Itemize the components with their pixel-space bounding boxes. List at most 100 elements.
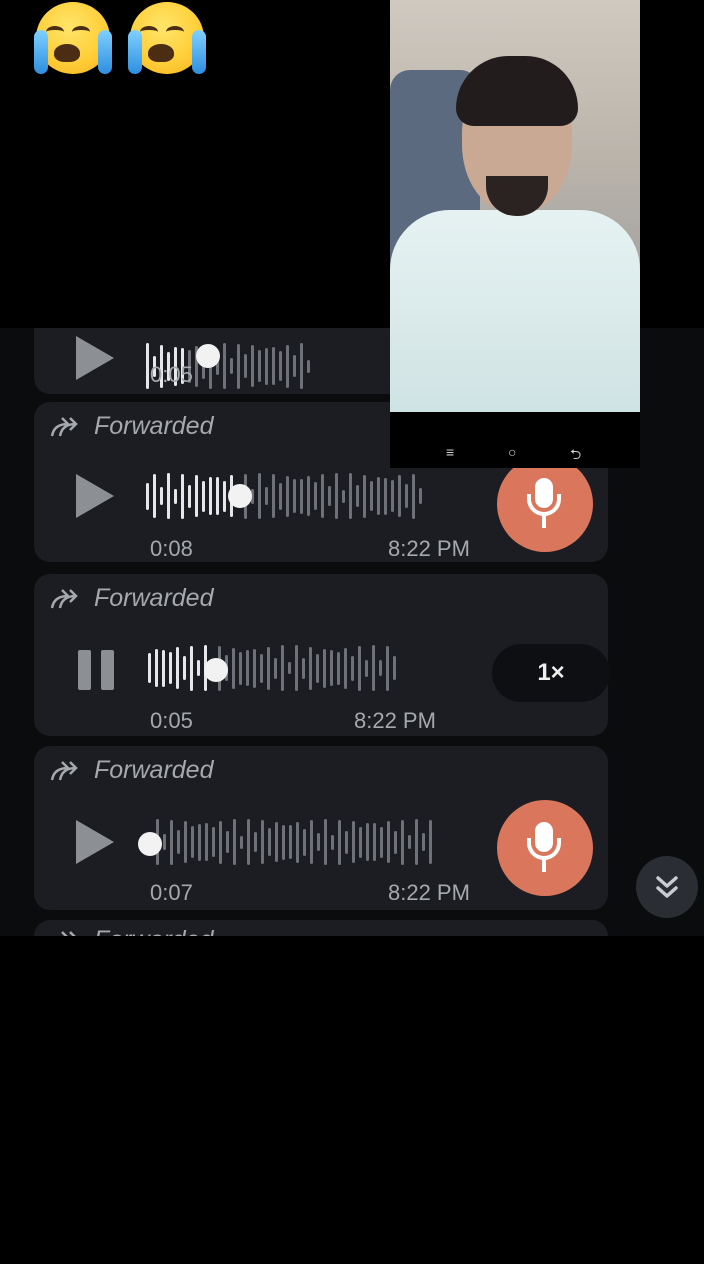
waveform-bar xyxy=(219,820,222,864)
waveform-bar xyxy=(394,830,397,854)
waveform-bar xyxy=(232,647,235,689)
waveform-bar xyxy=(265,487,268,505)
waveform-bar xyxy=(167,473,170,519)
emoji-row xyxy=(30,0,212,86)
voice-duration: 0:05 xyxy=(150,362,193,387)
waveform-bar xyxy=(359,826,362,858)
waveform-bar xyxy=(317,833,320,851)
play-icon[interactable] xyxy=(76,336,114,380)
waveform-bar xyxy=(265,347,268,385)
waveform-bar xyxy=(163,834,166,850)
waveform-bar xyxy=(363,474,366,518)
waveform-bar xyxy=(174,488,177,504)
waveform[interactable] xyxy=(156,814,432,870)
waveform-bar xyxy=(338,819,341,865)
waveform[interactable] xyxy=(148,640,396,696)
waveform-bar xyxy=(279,482,282,510)
waveform-bar xyxy=(244,354,247,378)
waveform-bar xyxy=(146,343,149,389)
waveform-bar xyxy=(162,649,165,687)
waveform-bar xyxy=(169,652,172,684)
waveform-bar xyxy=(195,475,198,517)
waveform-bar xyxy=(239,651,242,685)
waveform-bar xyxy=(408,835,411,849)
forwarded-label: Forwarded xyxy=(50,584,214,613)
waveform-bar xyxy=(323,648,326,688)
waveform-bar xyxy=(365,659,368,677)
record-voice-button[interactable] xyxy=(497,800,593,896)
voice-message: Forwarded 0:05 8:22 PM 1× xyxy=(34,574,610,736)
forward-arrow-icon xyxy=(61,930,77,936)
seek-knob[interactable] xyxy=(196,344,220,368)
waveform-bar xyxy=(314,482,317,510)
seek-knob[interactable] xyxy=(228,484,252,508)
waveform-bar xyxy=(223,343,226,389)
waveform-bar xyxy=(324,819,327,865)
waveform-bar xyxy=(293,355,296,377)
waveform-bar xyxy=(379,660,382,676)
waveform-bar xyxy=(251,345,254,387)
waveform-bar xyxy=(288,662,291,674)
forward-arrow-icon xyxy=(50,416,78,436)
waveform-bar xyxy=(230,358,233,374)
waveform-bar xyxy=(253,648,256,688)
video-call-nav-bar: ≡ ○ ⮌ xyxy=(390,412,640,468)
waveform-bar xyxy=(351,655,354,681)
waveform-bar xyxy=(316,653,319,683)
waveform-bar xyxy=(170,819,173,865)
waveform-bar xyxy=(300,343,303,389)
waveform-bar xyxy=(303,828,306,856)
waveform-bar xyxy=(401,819,404,865)
forwarded-label: Forwarded xyxy=(50,926,214,936)
waveform-bar xyxy=(181,473,184,519)
waveform-bar xyxy=(205,823,208,861)
waveform-bar xyxy=(349,473,352,519)
video-call-preview[interactable] xyxy=(390,0,640,412)
double-chevron-down-icon xyxy=(656,876,678,898)
waveform-bar xyxy=(405,484,408,508)
waveform-bar xyxy=(226,831,229,853)
waveform-bar xyxy=(275,822,278,862)
seek-knob[interactable] xyxy=(138,832,162,856)
waveform-bar xyxy=(184,821,187,863)
waveform-bar xyxy=(267,646,270,690)
waveform-bar xyxy=(272,474,275,518)
waveform-bar xyxy=(370,481,373,511)
scroll-to-bottom-button[interactable] xyxy=(636,856,698,918)
waveform-bar xyxy=(419,488,422,504)
crying-face-emoji-icon xyxy=(124,0,212,80)
waveform-bar xyxy=(258,350,261,382)
message-time: 8:22 PM xyxy=(388,536,470,561)
waveform-bar xyxy=(331,834,334,850)
waveform-bar xyxy=(366,823,369,861)
crying-face-emoji-icon xyxy=(30,0,118,80)
waveform-bar xyxy=(307,359,310,373)
waveform-bar xyxy=(183,656,186,680)
waveform-bar xyxy=(274,657,277,679)
waveform-bar xyxy=(384,477,387,515)
waveform-bar xyxy=(191,826,194,858)
waveform-bar xyxy=(295,645,298,691)
waveform-bar xyxy=(296,821,299,863)
waveform-bar xyxy=(293,479,296,513)
playback-speed-button[interactable]: 1× xyxy=(492,644,610,702)
waveform-bar xyxy=(240,835,243,849)
waveform-bar xyxy=(286,344,289,388)
waveform-bar xyxy=(328,486,331,506)
waveform-bar xyxy=(330,650,333,686)
seek-knob[interactable] xyxy=(204,658,228,682)
play-icon[interactable] xyxy=(76,820,114,864)
menu-icon[interactable]: ≡ xyxy=(446,444,454,460)
back-icon[interactable]: ⮌ xyxy=(570,444,581,468)
waveform-bar xyxy=(356,485,359,507)
waveform-bar xyxy=(148,653,151,683)
waveform-bar xyxy=(247,819,250,865)
home-icon[interactable]: ○ xyxy=(508,444,516,460)
record-voice-button[interactable] xyxy=(497,456,593,552)
waveform-bar xyxy=(281,645,284,691)
waveform[interactable] xyxy=(146,468,422,524)
voice-duration: 0:05 xyxy=(150,708,193,733)
waveform-bar xyxy=(302,657,305,679)
pause-icon[interactable] xyxy=(78,650,114,690)
play-icon[interactable] xyxy=(76,474,114,518)
